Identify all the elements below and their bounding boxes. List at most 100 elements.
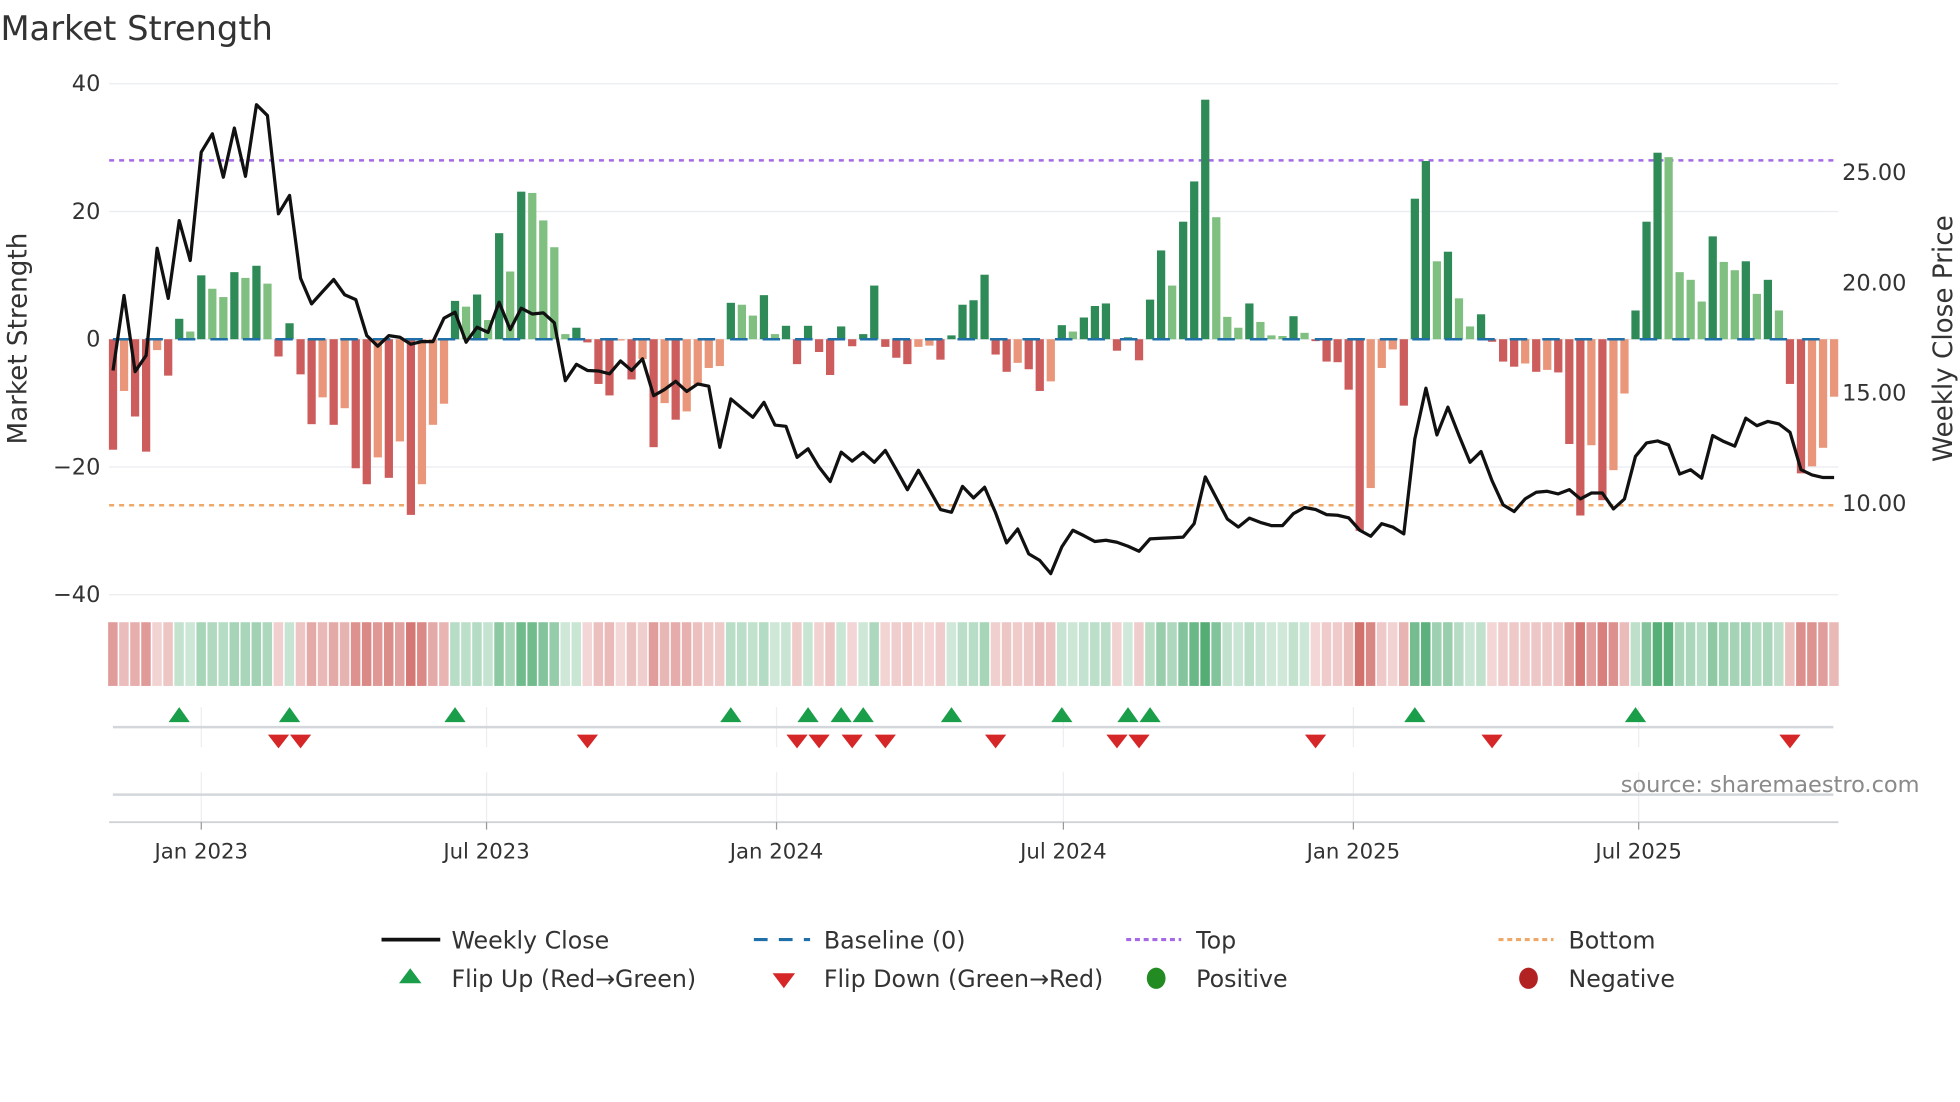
x-tick-label: Jan 2023 (153, 839, 249, 864)
strength-bar (1609, 339, 1618, 471)
strength-bar (1223, 316, 1232, 340)
strength-bar (737, 304, 746, 340)
x-tick-label: Jul 2023 (441, 839, 529, 864)
flip-up-marker (797, 707, 819, 723)
heatmap-cell (119, 622, 129, 686)
heatmap-cell (1564, 622, 1574, 686)
heatmap-cell (1167, 622, 1177, 686)
heatmap-cell (383, 622, 394, 686)
heatmap-cell (372, 622, 383, 686)
strength-bar (594, 339, 603, 384)
strength-bar (1741, 261, 1750, 340)
heatmap-cell (1718, 622, 1729, 686)
strength-bar (208, 288, 217, 340)
x-axis: Jan 2023 Jul 2023 Jan 2024 Jul 2024 Jan 2025… (109, 821, 1839, 864)
strength-bar (1752, 293, 1761, 340)
heatmap-cell (450, 622, 460, 686)
strength-bar (1156, 250, 1166, 340)
strength-bars (108, 99, 1839, 531)
heatmap-cell (626, 622, 637, 686)
heatmap-cell (1542, 622, 1552, 686)
legend-item-top[interactable]: Top (1126, 926, 1236, 954)
strength-bar (362, 339, 371, 485)
strength-bar (1388, 339, 1397, 350)
heatmap-cell (1432, 622, 1442, 686)
heatmap-cell (615, 622, 626, 686)
heatmap-cell (328, 622, 339, 686)
strength-bar (384, 339, 393, 478)
legend-item-weekly-close[interactable]: Weekly Close (381, 926, 610, 954)
legend: Weekly Close Baseline (0) Top Bottom Fli… (381, 926, 1675, 993)
heatmap-cell (692, 622, 703, 686)
heatmap-cell (703, 622, 714, 686)
heatmap-cell (1178, 622, 1188, 686)
heatmap-cell (1696, 622, 1707, 686)
strength-bar (638, 339, 647, 360)
strength-bar (1465, 326, 1475, 340)
heatmap-cell (803, 622, 813, 686)
heatmap-cell (1597, 622, 1608, 686)
strength-bar (1631, 310, 1640, 340)
strength-bar (539, 220, 548, 340)
strength-bar (1532, 339, 1541, 372)
strength-bar (1829, 339, 1839, 397)
heatmap-cell (406, 622, 416, 686)
strength-bar (428, 339, 438, 425)
heatmap-cell (174, 622, 184, 686)
heatmap-cell (1001, 622, 1012, 686)
strength-bar (1212, 217, 1221, 340)
left-axis-title: Market Strength (4, 233, 34, 445)
right-tick-label: 25.00 (1842, 160, 1906, 186)
strength-bar (848, 339, 857, 347)
heatmap-cell (946, 622, 957, 686)
strength-bar (1366, 339, 1375, 489)
heatmap-cell (1421, 622, 1431, 686)
legend-item-flip-down[interactable]: Flip Down (Green→Red) (772, 965, 1104, 993)
heatmap-cell (1266, 622, 1277, 686)
legend-label: Positive (1196, 965, 1287, 993)
strength-bar (285, 323, 294, 340)
flip-down-marker (808, 734, 830, 749)
strength-bar (1587, 339, 1596, 446)
strength-bar (991, 339, 1000, 355)
strength-bar (197, 275, 206, 340)
heatmap-cell (1707, 622, 1718, 686)
legend-item-baseline[interactable]: Baseline (0) (753, 926, 966, 954)
heatmap-cell (108, 622, 118, 686)
heatmap-cell (549, 622, 559, 686)
strength-bar (1675, 272, 1684, 340)
heatmap-cell (1123, 622, 1133, 686)
legend-item-flip-up[interactable]: Flip Up (Red→Green) (399, 965, 696, 993)
heatmap-cell (218, 622, 228, 686)
chart-title: Market Strength (0, 9, 272, 48)
strength-bar (1443, 251, 1453, 340)
legend-item-negative[interactable]: Negative (1519, 965, 1675, 993)
left-tick-label: 40 (72, 71, 101, 97)
heatmap-cell (725, 622, 736, 686)
heatmap-cell (1465, 622, 1475, 686)
strength-bar (803, 325, 813, 340)
heatmap-cell (1134, 622, 1144, 686)
strength-bar (980, 274, 989, 340)
flip-up-marker (940, 707, 963, 723)
strength-bar (318, 339, 327, 398)
legend-item-positive[interactable]: Positive (1146, 965, 1288, 993)
strength-bar (1289, 316, 1298, 340)
strength-bar (119, 339, 129, 391)
strength-bar (1256, 321, 1265, 340)
strength-bar (1730, 270, 1739, 340)
strength-bar (1785, 339, 1795, 384)
legend-label: Bottom (1568, 926, 1655, 954)
strength-bar (417, 339, 427, 485)
strength-bar (1554, 339, 1563, 373)
strength-bar (914, 339, 923, 347)
strength-bar (1267, 335, 1276, 340)
heatmap-cell (1079, 622, 1089, 686)
heatmap-cell (770, 622, 780, 686)
heatmap-cell (1531, 622, 1541, 686)
right-tick-label: 20.00 (1842, 270, 1906, 296)
strength-bar (572, 327, 581, 340)
source-label: source: sharemaestro.com (1621, 772, 1920, 798)
strength-bar (1421, 161, 1431, 340)
legend-item-bottom[interactable]: Bottom (1498, 926, 1656, 954)
